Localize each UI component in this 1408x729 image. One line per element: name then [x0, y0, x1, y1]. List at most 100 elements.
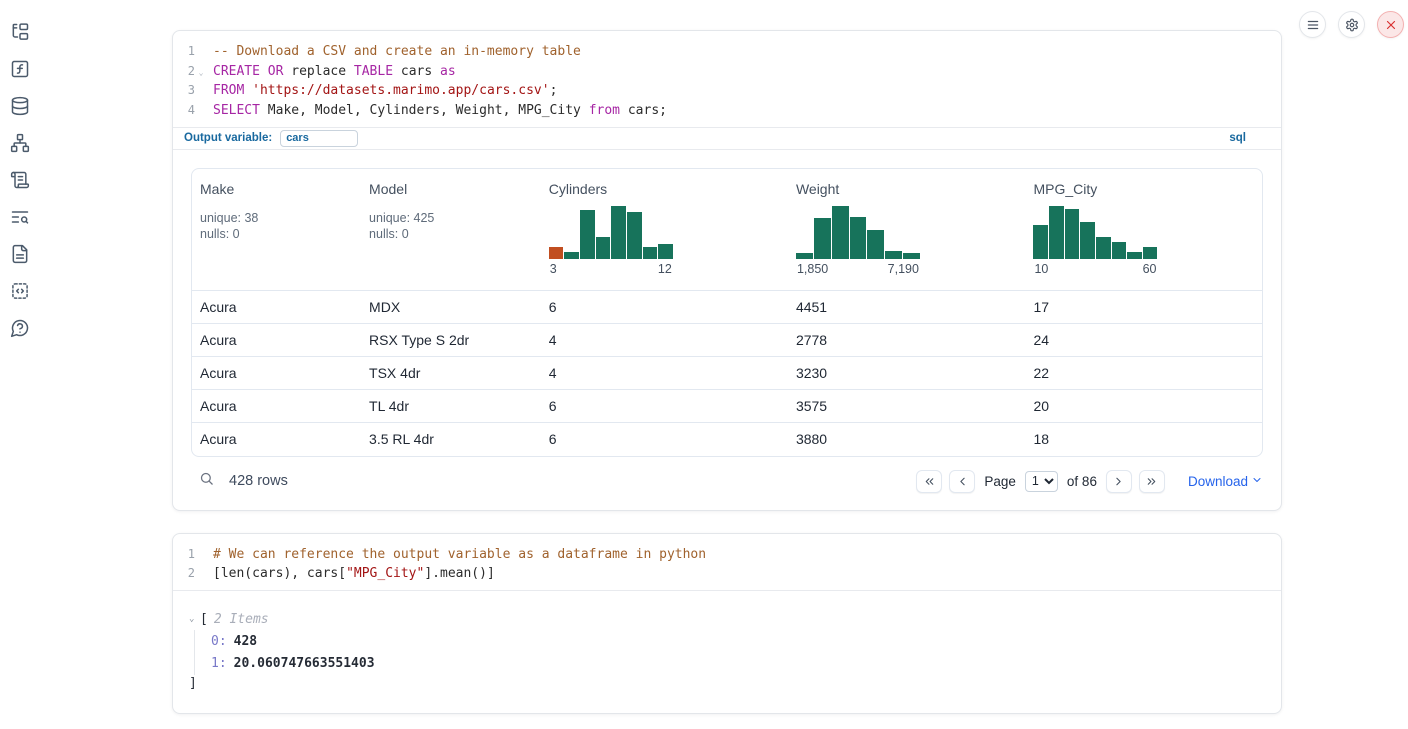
column-header-mpg_city[interactable]: MPG_City 1060: [1025, 169, 1261, 276]
output-variable-row: Output variable: sql: [173, 127, 1281, 150]
histogram-bar: [596, 237, 611, 259]
line-number: 2: [173, 564, 195, 584]
table-cell: Acura: [192, 332, 361, 348]
sql-cell: 1 -- Download a CSV and create an in-memo…: [172, 30, 1282, 511]
settings-button[interactable]: [1338, 11, 1365, 38]
table-row[interactable]: AcuraTSX 4dr4323022: [192, 357, 1262, 390]
column-header-cylinders[interactable]: Cylinders 312: [541, 169, 788, 276]
table-body: AcuraMDX6445117AcuraRSX Type S 2dr427782…: [192, 291, 1262, 456]
sidebar-snippets-button[interactable]: [8, 279, 32, 303]
histogram-bar: [1112, 242, 1127, 259]
download-button[interactable]: Download: [1188, 474, 1263, 489]
page-select[interactable]: 1: [1025, 471, 1058, 492]
sidebar-documentation-button[interactable]: [8, 242, 32, 266]
page-total-label: of 86: [1067, 474, 1097, 489]
shutdown-button[interactable]: [1377, 11, 1404, 38]
table-cell: 3.5 RL 4dr: [361, 431, 541, 447]
fold-chevron-icon: [195, 564, 207, 584]
sidebar-help-button[interactable]: [8, 316, 32, 340]
column-name: MPG_City: [1033, 181, 1253, 197]
python-code-editor[interactable]: 1# We can reference the output variable …: [173, 534, 1281, 590]
sidebar-logs-search-button[interactable]: [8, 205, 32, 229]
sql-output-area: Makeunique: 38nulls: 0Modelunique: 425nu…: [173, 150, 1281, 510]
page-label: Page: [984, 474, 1016, 489]
line-number: 4: [173, 101, 195, 121]
table-cell: 4: [541, 365, 788, 381]
code-text: -- Download a CSV and create an in-memor…: [207, 42, 581, 62]
histogram-bar: [611, 206, 626, 259]
scratchpad-icon: [10, 170, 30, 190]
sidebar-database-button[interactable]: [8, 94, 32, 118]
help-icon: [10, 318, 30, 338]
histogram-bar: [1049, 206, 1064, 259]
histogram-bar: [1080, 222, 1095, 259]
column-header-make[interactable]: Makeunique: 38nulls: 0: [192, 169, 361, 243]
column-header-model[interactable]: Modelunique: 425nulls: 0: [361, 169, 541, 243]
line-number: 3: [173, 81, 195, 101]
histogram-bar: [796, 253, 813, 259]
table-row[interactable]: AcuraTL 4dr6357520: [192, 390, 1262, 423]
tree-entry: 1:20.060747663551403: [211, 653, 1265, 676]
sql-code-editor[interactable]: 1-- Download a CSV and create an in-memo…: [173, 31, 1281, 127]
table-cell: 6: [541, 431, 788, 447]
tree-open-bracket: [: [200, 612, 208, 627]
table-cell: 22: [1025, 365, 1261, 381]
menu-button[interactable]: [1299, 11, 1326, 38]
column-name: Model: [369, 181, 533, 197]
table-cell: 6: [541, 398, 788, 414]
histogram-bar: [1127, 252, 1142, 259]
next-page-button[interactable]: [1106, 470, 1132, 493]
fold-chevron-icon[interactable]: ⌄: [195, 62, 207, 82]
column-histogram: 312: [549, 206, 673, 276]
code-line: 3 FROM 'https://datasets.marimo.app/cars.…: [173, 81, 1281, 101]
histogram-bar: [832, 206, 849, 259]
chevron-down-icon: [1251, 474, 1263, 486]
last-page-button[interactable]: [1139, 470, 1165, 493]
column-name: Weight: [796, 181, 1018, 197]
first-page-button[interactable]: [916, 470, 942, 493]
table-row[interactable]: AcuraRSX Type S 2dr4277824: [192, 324, 1262, 357]
tree-close-bracket: ]: [189, 675, 1265, 695]
tree-entry: 0: 428: [211, 630, 1265, 653]
histogram-min-label: 3: [550, 262, 557, 276]
code-line: 1# We can reference the output variable …: [173, 545, 1281, 565]
search-icon: [199, 471, 214, 486]
column-header-weight[interactable]: Weight 1,850 7,190: [788, 169, 1026, 276]
histogram-bar: [658, 244, 673, 259]
tree-entry-value: 428: [234, 634, 257, 649]
sidebar-function-square-button[interactable]: [8, 57, 32, 81]
column-stats: unique: 38nulls: 0: [200, 210, 353, 243]
helper-sidebar: [0, 0, 40, 340]
histogram-max-label: 7,190: [888, 262, 919, 276]
histogram-bar: [1143, 247, 1158, 259]
python-output-tree: ⌄ [ 2 Items 0: 428 1:20.060747663551403 ]: [173, 590, 1281, 713]
histogram-max-label: 60: [1143, 262, 1157, 276]
sidebar-file-tree-button[interactable]: [8, 20, 32, 44]
column-histogram: 1060: [1033, 206, 1157, 276]
sidebar-dependency-graph-button[interactable]: [8, 131, 32, 155]
output-variable-input[interactable]: [280, 130, 358, 147]
table-header-row: Makeunique: 38nulls: 0Modelunique: 425nu…: [192, 169, 1262, 291]
code-text: # We can reference the output variable a…: [207, 545, 706, 565]
pagination: Page 1 of 86 Download: [916, 470, 1263, 493]
column-name: Cylinders: [549, 181, 780, 197]
table-row[interactable]: AcuraMDX6445117: [192, 291, 1262, 324]
logs-search-icon: [10, 207, 30, 227]
tree-items-count: 2 Items: [214, 612, 269, 627]
table-cell: TL 4dr: [361, 398, 541, 414]
table-cell: 4451: [788, 299, 1026, 315]
code-line: 2[len(cars), cars["MPG_City"].mean()]: [173, 564, 1281, 584]
tree-collapse-caret[interactable]: ⌄: [189, 614, 200, 624]
code-text: FROM 'https://datasets.marimo.app/cars.c…: [207, 81, 557, 101]
search-icon[interactable]: [199, 471, 214, 491]
histogram-min-label: 1,850: [797, 262, 828, 276]
chevrons-right-icon: [1145, 475, 1158, 488]
close-icon: [1384, 18, 1398, 32]
table-cell: Acura: [192, 431, 361, 447]
tree-entry-key: 0:: [211, 634, 227, 649]
prev-page-button[interactable]: [949, 470, 975, 493]
hamburger-icon: [1306, 18, 1320, 32]
table-row[interactable]: Acura3.5 RL 4dr6388018: [192, 423, 1262, 456]
code-text: SELECT Make, Model, Cylinders, Weight, M…: [207, 101, 667, 121]
sidebar-scratchpad-button[interactable]: [8, 168, 32, 192]
